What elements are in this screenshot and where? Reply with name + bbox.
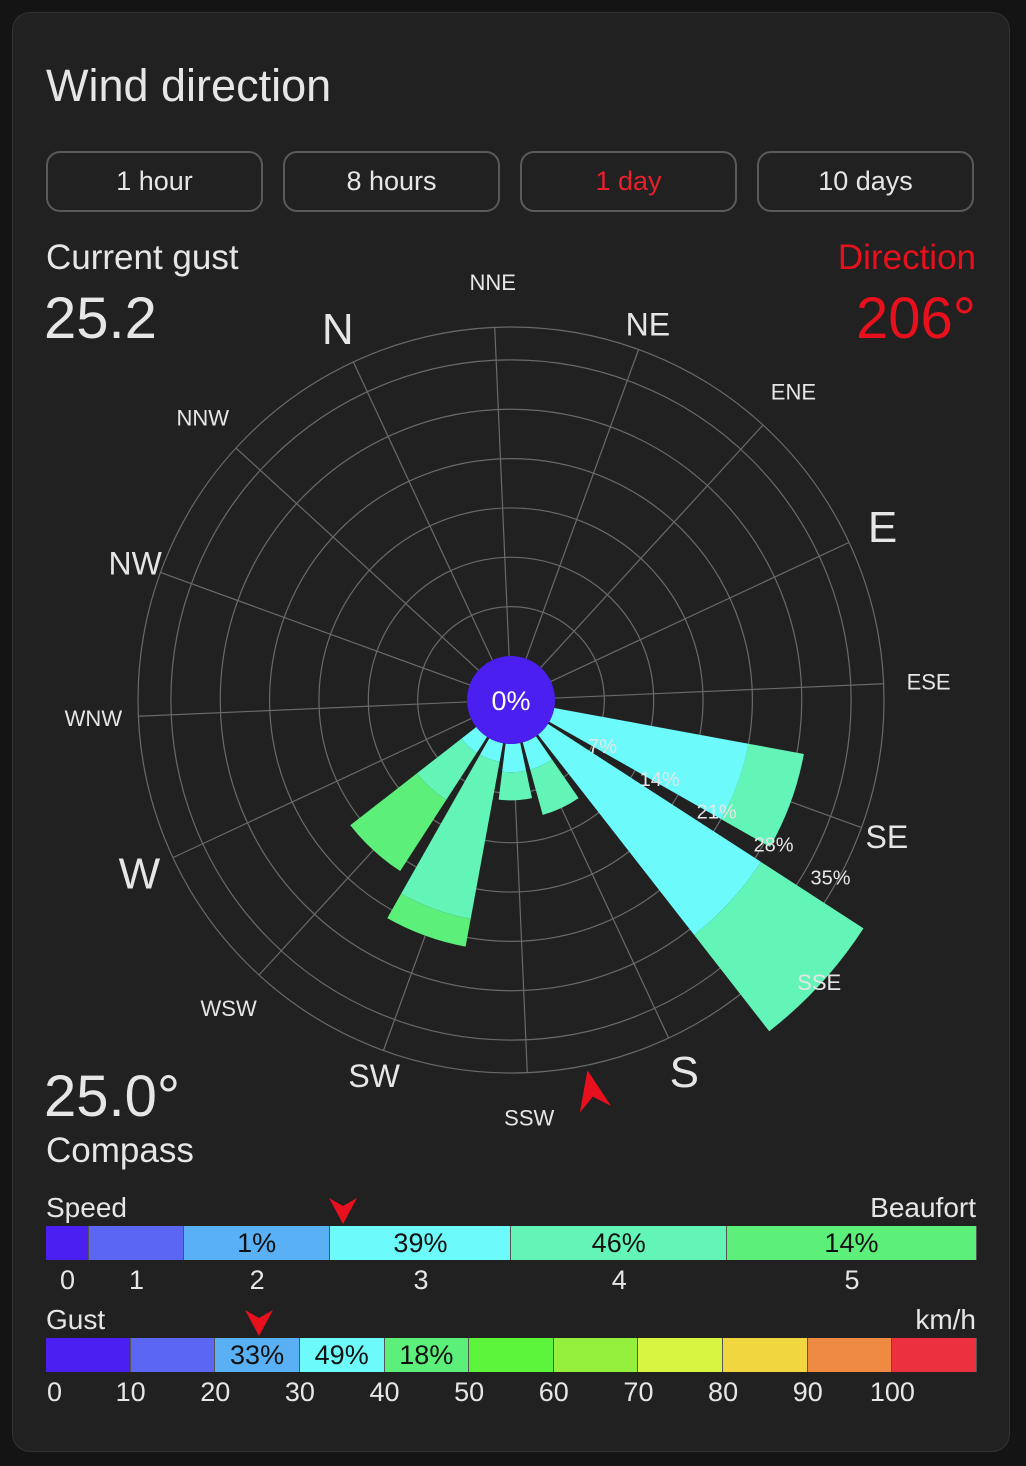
rose-dir-label-s: S [670,1048,699,1097]
speed-bar-segment [46,1226,90,1260]
gust-bar-segment [807,1338,893,1372]
gust-bar-tick: 80 [708,1377,739,1407]
speed-bar-tick: 3 [413,1265,429,1295]
gust-bar-tick: 60 [538,1377,569,1407]
gust-bar-tick: 20 [200,1377,231,1407]
rose-spoke [352,361,493,661]
gust-bar-tick: 100 [869,1377,915,1407]
speed-bar-tick: 1 [128,1265,145,1295]
speed-bar-tick: 5 [844,1265,860,1295]
rose-dir-label-nne: NNE [470,270,516,295]
gust-bar-tick: 40 [369,1377,400,1407]
gust-bar-segment [130,1338,216,1372]
speed-bar-segment: 1% [183,1226,331,1260]
gust-ticks: 0 10 20 30 40 50 60 70 80 90 100 [46,1377,977,1407]
gust-bar: 33% 49% 18% [46,1338,977,1372]
rose-ring-label: 28% [754,835,794,857]
gust-bar-tick: 30 [284,1377,315,1407]
rose-dir-label-wsw: WSW [201,996,257,1021]
rose-dir-label-ene: ENE [771,380,816,405]
gust-bar-tick: 70 [623,1377,654,1407]
gust-bar-segment [723,1338,808,1372]
gust-bar-segment [553,1338,639,1372]
rose-dir-label-nnw: NNW [177,405,230,430]
rose-center-label: 0% [491,686,530,716]
speed-bar-segment: 39% [330,1226,512,1260]
rose-ring-label: 14% [640,769,680,791]
rose-dir-label-n: N [322,305,354,354]
gust-bar-tick: 0 [46,1377,62,1407]
speed-bar-segment [89,1226,184,1260]
gust-bar-tick: 90 [792,1377,823,1407]
speed-bar-tick: 4 [611,1265,627,1295]
gust-bar-segment [469,1338,554,1372]
speed-bar-segment: 46% [511,1226,727,1260]
rose-spoke [160,571,470,686]
gust-bar-segment [638,1338,723,1372]
gust-bar-segment: 18% [384,1338,470,1372]
gust-bar-segment: 33% [215,1338,300,1372]
rose-dir-label-e: E [868,503,897,552]
rose-dir-label-nw: NW [108,545,162,581]
gust-bar-tick: 10 [115,1377,146,1407]
marker-arrow-shape [329,1198,358,1224]
rose-spoke [550,541,850,682]
gust-bar-tick: 50 [454,1377,485,1407]
speed-bar-segment: 14% [726,1226,977,1260]
rose-ring-label: 35% [811,868,851,890]
gust-bar-segment: 49% [299,1338,385,1372]
speed-bar-unit: Beaufort [870,1192,976,1223]
rose-ring-label: 21% [697,802,737,824]
rose-dir-label-sse: SSE [797,970,841,995]
marker-arrow-icon [245,1310,274,1336]
rose-dir-label-w: W [119,850,161,899]
gust-bar-unit: km/h [915,1304,976,1335]
direction-arrow-icon [579,1070,612,1113]
rose-petal-ssw [502,743,527,773]
rose-dir-label-ne: NE [626,306,670,342]
gust-bar-title: Gust [46,1304,106,1335]
rose-dir-label-ssw: SSW [504,1105,554,1130]
speed-bar-tick: 2 [249,1265,265,1295]
rose-dir-label-se: SE [866,819,909,855]
rose-petal-ssw [498,770,532,801]
rose-spoke [525,349,640,659]
rose-dir-label-ese: ESE [907,669,951,694]
gust-bar-segment [892,1338,977,1372]
rose-spoke [540,424,764,668]
rose-dir-label-wnw: WNW [65,706,123,731]
rose-dir-label-sw: SW [348,1058,400,1094]
speed-ticks: 0 1 2 3 4 5 [46,1265,977,1295]
rose-ring-label: 7% [588,736,617,758]
speed-bar-tick: 0 [60,1265,76,1295]
marker-arrow-shape [245,1310,274,1336]
speed-bar: 1% 39% 46% 14% [46,1226,977,1260]
rose-spoke [235,447,479,671]
speed-bar-title: Speed [46,1192,127,1223]
marker-arrow-icon [329,1198,358,1224]
gust-bar-segment [46,1338,131,1372]
